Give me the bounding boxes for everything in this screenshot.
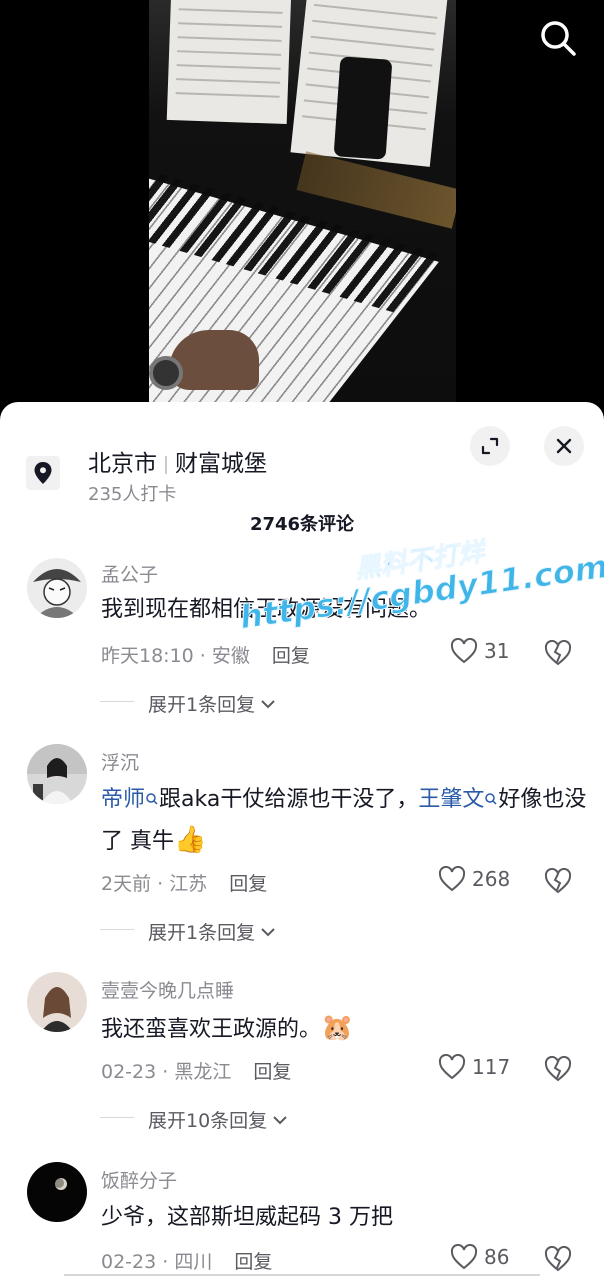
location-pin-icon xyxy=(26,456,60,490)
reply-button[interactable]: 回复 xyxy=(229,873,267,895)
dislike-button[interactable] xyxy=(544,639,572,668)
comment-panel: 北京市 财富城堡 235人打卡 2746条评论 孟公子 我到现在都相信王政源没有问… xyxy=(0,402,604,1280)
divider xyxy=(100,929,134,930)
chevron-down-icon xyxy=(273,1115,287,1124)
comment-time: 02-23 · 黑龙江 xyxy=(101,1061,232,1083)
reply-button[interactable]: 回复 xyxy=(234,1251,272,1273)
close-icon xyxy=(556,438,572,454)
comment-text: 少爷，这部斯坦威起码 3 万把 xyxy=(101,1205,393,1230)
divider xyxy=(100,701,134,702)
dislike-button[interactable] xyxy=(544,867,572,896)
broken-heart-icon xyxy=(544,1055,572,1082)
divider xyxy=(100,1117,134,1118)
broken-heart-icon xyxy=(544,1245,572,1272)
comment-meta: 昨天18:10 · 安徽 回复 xyxy=(101,641,310,668)
comment-username[interactable]: 饭醉分子 xyxy=(101,1166,177,1193)
expand-replies-label: 展开1条回复 xyxy=(148,922,256,944)
like-button[interactable]: 117 xyxy=(438,1054,510,1080)
hand xyxy=(169,330,259,390)
comment-meta: 02-23 · 黑龙江 回复 xyxy=(101,1057,291,1084)
location-row[interactable]: 北京市 财富城堡 235人打卡 xyxy=(0,420,604,505)
avatar[interactable] xyxy=(27,1162,87,1222)
comment-count: 2746条评论 xyxy=(249,514,355,535)
thumbs-up-emoji: 👍 xyxy=(174,825,207,855)
comment-text: 我到现在都相信王政源没有问题。 xyxy=(101,597,432,622)
comment-text-part: 跟aka干仗给源也干没了， xyxy=(159,787,419,812)
comment-item: 壹壹今晚几点睡 我还蛮喜欢王政源的。🐹 02-23 · 黑龙江 回复 117 展开… xyxy=(0,970,604,1150)
divider xyxy=(165,455,167,474)
video-player[interactable] xyxy=(149,0,456,402)
chevron-down-icon xyxy=(261,927,275,936)
heart-icon xyxy=(450,1244,478,1270)
like-count: 268 xyxy=(472,867,511,891)
chevron-down-icon xyxy=(261,699,275,708)
avatar[interactable] xyxy=(27,972,87,1032)
like-button[interactable]: 268 xyxy=(438,866,510,892)
expand-icon xyxy=(481,437,499,455)
broken-heart-icon xyxy=(544,639,572,666)
comment-text: 帝师 跟aka干仗给源也干没了，王肇文 好像也没了 真牛👍 xyxy=(101,780,591,862)
heart-icon xyxy=(438,866,466,892)
expand-replies-label: 展开1条回复 xyxy=(148,694,256,716)
mention-link[interactable]: 帝师 xyxy=(101,787,145,812)
comment-meta: 2天前 · 江苏 回复 xyxy=(101,869,267,896)
comment-username[interactable]: 孟公子 xyxy=(101,560,158,587)
heart-icon xyxy=(450,638,478,664)
search-icon xyxy=(146,793,158,805)
like-button[interactable]: 31 xyxy=(450,638,509,664)
comment-time: 02-23 · 四川 xyxy=(101,1251,213,1273)
like-count: 86 xyxy=(484,1245,510,1269)
location-name[interactable]: 北京市 财富城堡 xyxy=(88,444,267,478)
search-icon[interactable] xyxy=(538,18,578,58)
like-count: 117 xyxy=(472,1055,511,1079)
mention-link[interactable]: 王肇文 xyxy=(418,787,484,812)
avatar[interactable] xyxy=(27,744,87,804)
comment-meta: 02-23 · 四川 回复 xyxy=(101,1247,272,1274)
wristwatch xyxy=(149,356,183,390)
comment-time: 2天前 · 江苏 xyxy=(101,873,208,895)
location-place: 财富城堡 xyxy=(175,451,267,477)
like-button[interactable]: 86 xyxy=(450,1244,509,1270)
piano-wood xyxy=(296,151,456,229)
heart-icon xyxy=(438,1054,466,1080)
expand-replies-button[interactable]: 展开1条回复 xyxy=(100,918,277,945)
avatar[interactable] xyxy=(27,558,87,618)
comment-text-part: 我还蛮喜欢王政源的。 xyxy=(101,1017,322,1042)
comment-time: 昨天18:10 · 安徽 xyxy=(101,645,250,667)
checkin-count: 235人打卡 xyxy=(88,484,177,505)
comment-username[interactable]: 壹壹今晚几点睡 xyxy=(101,976,234,1003)
expand-replies-button[interactable]: 展开10条回复 xyxy=(100,1106,289,1133)
hamster-emoji: 🐹 xyxy=(321,1013,354,1043)
bottom-divider xyxy=(64,1274,540,1278)
broken-heart-icon xyxy=(544,867,572,894)
reply-button[interactable]: 回复 xyxy=(272,645,310,667)
dislike-button[interactable] xyxy=(544,1055,572,1084)
dislike-button[interactable] xyxy=(544,1245,572,1274)
location-city: 北京市 xyxy=(88,451,157,477)
expand-replies-button[interactable]: 展开1条回复 xyxy=(100,690,277,717)
comment-item: 饭醉分子 少爷，这部斯坦威起码 3 万把 02-23 · 四川 回复 86 xyxy=(0,1160,604,1280)
sheet-music-left xyxy=(166,0,292,125)
expand-button[interactable] xyxy=(470,426,510,466)
like-count: 31 xyxy=(484,639,510,663)
comment-item: 浮沉 帝师 跟aka干仗给源也干没了，王肇文 好像也没了 真牛👍 2天前 · 江苏回… xyxy=(0,742,604,952)
expand-replies-label: 展开10条回复 xyxy=(148,1110,268,1132)
comment-username[interactable]: 浮沉 xyxy=(101,748,139,775)
close-button[interactable] xyxy=(544,426,584,466)
reply-button[interactable]: 回复 xyxy=(253,1061,291,1083)
comment-item: 孟公子 我到现在都相信王政源没有问题。 昨天18:10 · 安徽 回复 31 展开… xyxy=(0,552,604,722)
search-icon xyxy=(485,793,497,805)
comment-text: 我还蛮喜欢王政源的。🐹 xyxy=(101,1008,591,1050)
phone-on-stand xyxy=(333,56,393,160)
